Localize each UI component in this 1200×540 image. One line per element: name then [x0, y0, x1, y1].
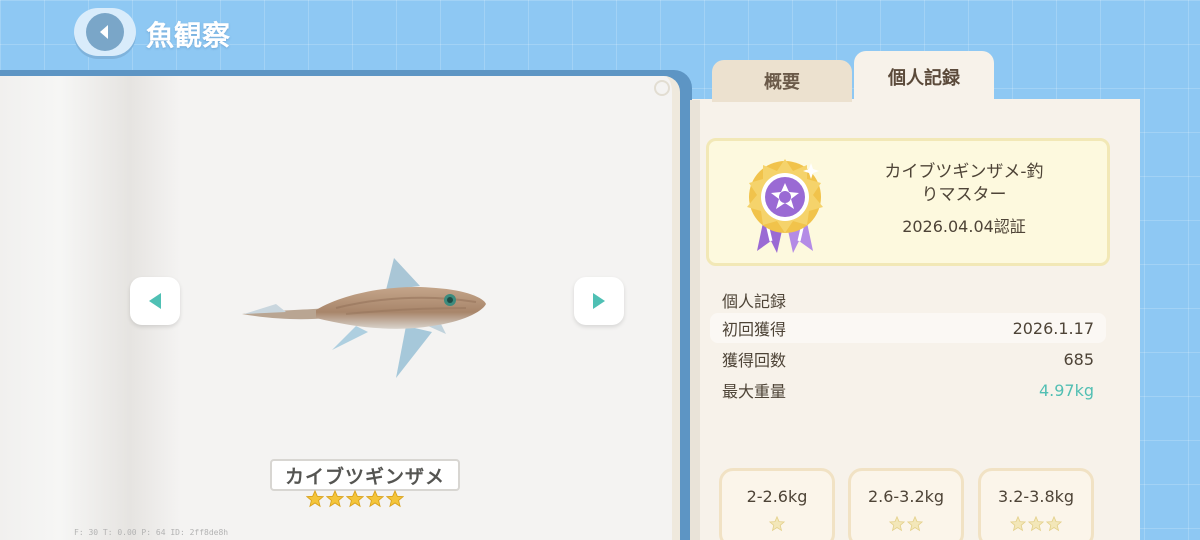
- certificate-title-line2: りマスター: [921, 185, 1007, 205]
- debug-overlay-text: F: 30 T: 0.00 P: 64 ID: 2ff8de8h: [74, 528, 229, 537]
- star-outline-icon: [889, 516, 905, 532]
- book-corner-ornament: [654, 80, 670, 96]
- weight-class-stars: [1010, 516, 1062, 532]
- triangle-right-icon: [593, 293, 605, 309]
- medal-icon: [747, 159, 823, 253]
- records-heading: 個人記録: [722, 292, 787, 311]
- record-label: 初回獲得: [722, 320, 787, 339]
- weight-class-label: 2.6-3.2kg: [867, 487, 945, 506]
- weight-class-stars: [889, 516, 923, 532]
- weight-class-card[interactable]: 2.6-3.2kg: [848, 468, 964, 540]
- fish-name-plate: カイブツギンザメ: [270, 459, 460, 491]
- weight-class-card[interactable]: 2-2.6kg: [719, 468, 835, 540]
- certificate-date: 2026.04.04認証: [902, 217, 1026, 236]
- panel-divider: [690, 100, 700, 540]
- back-button[interactable]: [74, 8, 136, 56]
- record-label: 獲得回数: [722, 351, 787, 370]
- star-icon: [366, 490, 384, 508]
- record-label: 最大重量: [722, 382, 787, 401]
- mastery-certificate-card: カイブツギンザメ-釣 りマスター 2026.04.04認証: [706, 138, 1110, 266]
- triangle-left-icon: [149, 293, 161, 309]
- weight-class-label: 2-2.6kg: [746, 487, 808, 506]
- fish-image: [242, 258, 486, 378]
- weight-class-stars: [769, 516, 785, 532]
- star-icon: [346, 490, 364, 508]
- tab-personal-record[interactable]: 個人記録: [854, 51, 994, 103]
- record-row-catch-count: 獲得回数 685: [710, 344, 1106, 374]
- record-row-first-catch: 初回獲得 2026.1.17: [710, 313, 1106, 343]
- star-outline-icon: [1028, 516, 1044, 532]
- record-value: 685: [1063, 349, 1094, 369]
- star-icon: [386, 490, 404, 508]
- back-arrow-icon: [86, 13, 124, 51]
- star-icon: [326, 490, 344, 508]
- star-outline-icon: [1046, 516, 1062, 532]
- weight-class-label: 3.2-3.8kg: [997, 487, 1075, 506]
- weight-class-card[interactable]: 3.2-3.8kg: [978, 468, 1094, 540]
- star-outline-icon: [769, 516, 785, 532]
- record-row-max-weight: 最大重量 4.97kg: [710, 375, 1106, 405]
- prev-fish-button[interactable]: [130, 277, 180, 325]
- star-icon: [306, 490, 324, 508]
- page-title: 魚観察: [146, 19, 231, 52]
- tab-overview[interactable]: 概要: [712, 60, 852, 102]
- fish-rarity-stars: [306, 490, 404, 508]
- record-value: 4.97kg: [1038, 380, 1094, 400]
- certificate-title: カイブツギンザメ-釣 りマスター: [859, 161, 1069, 207]
- star-outline-icon: [1010, 516, 1026, 532]
- record-value: 2026.1.17: [1012, 318, 1094, 338]
- star-outline-icon: [907, 516, 923, 532]
- certificate-title-line1: カイブツギンザメ-釣: [884, 162, 1044, 182]
- next-fish-button[interactable]: [574, 277, 624, 325]
